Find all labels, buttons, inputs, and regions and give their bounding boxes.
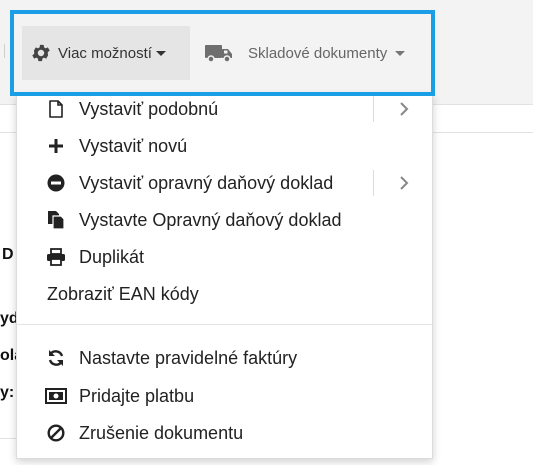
copy-documents-icon <box>45 209 67 231</box>
menu-item-label: Zobraziť EAN kódy <box>47 283 199 304</box>
menu-item-label: Pridajte platbu <box>79 385 195 406</box>
menu-item-issue-similar[interactable]: Vystaviť podobnú <box>17 91 432 127</box>
printer-icon <box>45 246 67 268</box>
background-text-3: ola <box>0 347 16 364</box>
more-options-button[interactable]: Viac možností <box>22 26 190 80</box>
plus-icon <box>45 135 67 157</box>
menu-item-label: Duplikát <box>79 246 145 267</box>
background-divider-2 <box>0 438 16 439</box>
toolbar-divider <box>4 44 5 58</box>
menu-item-label: Vystaviť novú <box>79 135 188 156</box>
gear-icon <box>30 42 52 64</box>
background-text-2: yda <box>0 310 16 327</box>
stock-documents-button[interactable]: Skladové dokumenty <box>192 26 424 80</box>
minus-circle-icon <box>45 172 67 194</box>
menu-item-issue-new[interactable]: Vystaviť novú <box>17 128 432 164</box>
menu-item-add-payment[interactable]: Pridajte platbu <box>17 378 432 414</box>
chevron-down-icon <box>155 50 166 56</box>
submenu-divider <box>373 170 374 196</box>
chevron-down-icon <box>395 50 406 56</box>
refresh-icon <box>45 347 67 369</box>
chevron-right-icon[interactable] <box>395 173 413 193</box>
menu-divider <box>17 324 432 325</box>
menu-item-duplicate[interactable]: Duplikát <box>17 239 432 275</box>
more-options-label: Viac možností <box>58 44 152 62</box>
menu-item-cancel-document[interactable]: Zrušenie dokumentu <box>17 415 432 451</box>
truck-icon <box>204 42 234 64</box>
menu-item-label: Vystaviť podobnú <box>79 98 219 119</box>
chevron-right-icon[interactable] <box>395 99 413 119</box>
menu-item-recurring-invoices[interactable]: Nastavte pravidelné faktúry <box>17 340 432 376</box>
menu-item-label: Vystavte Opravný daňový doklad <box>79 209 342 230</box>
menu-item-label: Vystaviť opravný daňový doklad <box>79 172 334 193</box>
submenu-divider <box>373 96 374 122</box>
menu-item-label: Zrušenie dokumentu <box>79 422 244 443</box>
menu-item-issue-credit-note[interactable]: Vystaviť opravný daňový doklad <box>17 165 432 201</box>
background-text-1: D <box>2 246 14 263</box>
money-icon <box>45 385 67 407</box>
document-icon <box>45 98 67 120</box>
menu-item-issue-credit-note-2[interactable]: Vystavte Opravný daňový doklad <box>17 202 432 238</box>
ban-icon <box>45 422 67 444</box>
more-options-menu: Vystaviť podobnú Vystaviť novú Vystaviť … <box>16 94 433 459</box>
stock-documents-label: Skladové dokumenty <box>248 44 388 62</box>
menu-item-label: Nastavte pravidelné faktúry <box>79 347 298 368</box>
menu-item-show-ean[interactable]: Zobraziť EAN kódy <box>17 276 432 312</box>
background-text-4: y: <box>0 384 15 401</box>
